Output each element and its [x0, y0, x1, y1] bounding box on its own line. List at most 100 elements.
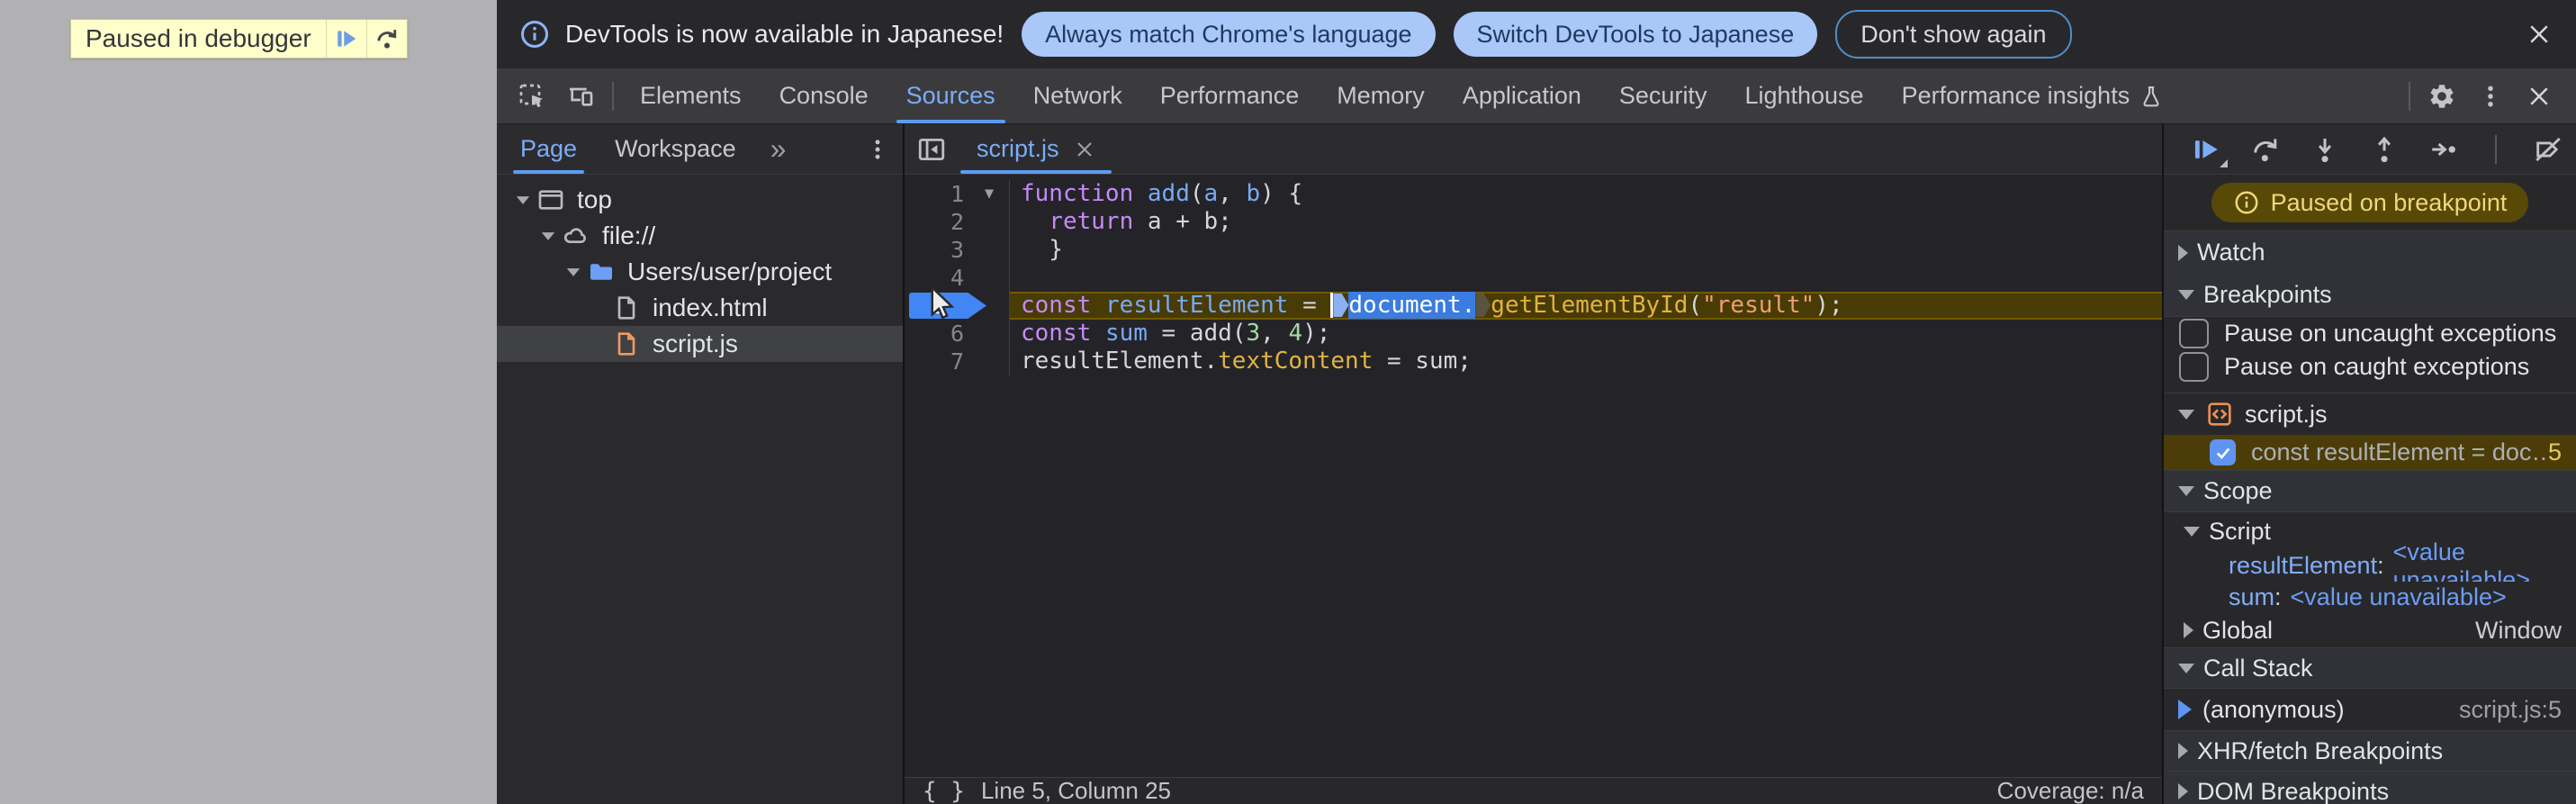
step-into-button[interactable]	[2310, 134, 2340, 165]
paused-in-debugger-banner: Paused in debugger	[70, 19, 408, 59]
code-line-1[interactable]: 1 ▼ function add(a, b) {	[905, 180, 2162, 208]
section-xhr-breakpoints[interactable]: XHR/fetch Breakpoints	[2164, 730, 2576, 771]
tab-workspace[interactable]: Workspace	[611, 124, 740, 174]
code-text[interactable]: function add(a, b) {	[1010, 180, 2162, 208]
devtools-close-icon[interactable]	[2515, 68, 2563, 123]
tab-sources[interactable]: Sources	[887, 68, 1014, 123]
editor-tab-close-icon[interactable]	[1074, 139, 1095, 160]
navigator-kebab-icon[interactable]	[865, 137, 890, 162]
tab-lighthouse[interactable]: Lighthouse	[1725, 68, 1882, 123]
resume-script-button[interactable]	[325, 20, 366, 58]
gear-icon[interactable]	[2418, 68, 2466, 123]
step-out-button[interactable]	[2369, 134, 2400, 165]
tab-performance-insights[interactable]: Performance insights	[1883, 68, 2184, 123]
resume-button[interactable]	[2191, 134, 2228, 167]
breakpoint-file-group[interactable]: script.js	[2164, 393, 2576, 435]
pause-uncaught-checkbox[interactable]	[2179, 319, 2209, 348]
step-over-icon	[374, 26, 400, 51]
section-breakpoints[interactable]: Breakpoints	[2164, 274, 2576, 317]
tab-elements[interactable]: Elements	[621, 68, 761, 123]
deactivate-breakpoints-icon[interactable]	[2533, 134, 2563, 165]
device-toolbar-icon[interactable]	[556, 68, 605, 123]
pause-caught-checkbox[interactable]	[2179, 352, 2209, 382]
chevron-down-icon	[2178, 290, 2194, 300]
scope-variable-row[interactable]: sum: <value unavailable>	[2164, 582, 2576, 613]
continue-to-location-marker[interactable]	[1333, 294, 1349, 317]
scope-global-row[interactable]: Global Window	[2164, 613, 2576, 647]
code-text[interactable]: resultElement.textContent = sum;	[1010, 348, 2162, 375]
kebab-menu-icon[interactable]	[2466, 68, 2515, 123]
call-stack-frame-row[interactable]: (anonymous) script.js:5	[2164, 689, 2576, 730]
tree-item-top[interactable]: top	[497, 182, 903, 218]
tree-item-users-user-project[interactable]: Users/user/project	[497, 254, 903, 290]
section-scope[interactable]: Scope	[2164, 470, 2576, 512]
toggle-navigator-icon[interactable]	[905, 124, 959, 174]
more-tabs-chevron-icon[interactable]: »	[770, 132, 788, 166]
call-stack-label: Call Stack	[2203, 654, 2313, 682]
code-line-2[interactable]: 2 return a + b;	[905, 208, 2162, 236]
code-line-5[interactable]: 5const resultElement = document.getEleme…	[905, 292, 2162, 320]
tab-label: Network	[1032, 82, 1122, 109]
step-over-button[interactable]	[2250, 134, 2281, 165]
tree-item-script-js[interactable]: script.js	[497, 326, 903, 362]
code-token: );	[1302, 320, 1331, 347]
gutter[interactable]: 2	[905, 208, 1010, 236]
tab-application[interactable]: Application	[1444, 68, 1600, 123]
variable-name: resultElement	[2229, 552, 2378, 579]
code-line-3[interactable]: 3 }	[905, 236, 2162, 264]
step-over-script-button[interactable]	[365, 20, 407, 58]
code-text[interactable]	[1010, 264, 2162, 292]
tree-item-index-html[interactable]: index.html	[497, 290, 903, 326]
code-line-6[interactable]: 6 const sum = add(3, 4);	[905, 320, 2162, 348]
code-text[interactable]: }	[1010, 236, 2162, 264]
editor-tab-scriptjs[interactable]: script.js	[959, 124, 1113, 174]
browser-page-area: Paused in debugger	[0, 0, 497, 804]
line-number: 3	[950, 237, 964, 263]
gutter[interactable]: 3	[905, 236, 1010, 264]
code-token: const	[1021, 292, 1092, 319]
code-area[interactable]: 1 ▼ function add(a, b) {2 return a + b; 3 }…	[905, 175, 2162, 375]
chevron-down-icon[interactable]	[535, 231, 562, 241]
pretty-print-icon[interactable]: { }	[923, 778, 965, 804]
code-token: ,	[1218, 180, 1247, 207]
code-token: sum	[1104, 320, 1148, 347]
dont-show-again-button[interactable]: Don't show again	[1835, 10, 2072, 59]
fold-arrow-icon[interactable]: ▼	[969, 180, 1009, 208]
breakpoint-entry-row[interactable]: const resultElement = doc… 5	[2164, 435, 2576, 470]
scope-variable-row[interactable]: resultElement: <value unavailable>	[2164, 538, 2576, 593]
tree-item-file-[interactable]: file://	[497, 218, 903, 254]
code-text[interactable]: const resultElement = document. getElemen…	[1010, 292, 2162, 320]
code-line-7[interactable]: 7 resultElement.textContent = sum;	[905, 348, 2162, 375]
tab-label: Performance insights	[1901, 82, 2130, 109]
code-token: return	[1049, 208, 1134, 235]
tab-network[interactable]: Network	[1014, 68, 1141, 123]
js-file-icon	[2205, 400, 2234, 429]
breakpoint-entry-line: 5	[2547, 438, 2562, 465]
gutter[interactable]: 1 ▼	[905, 180, 1010, 208]
chevron-down-icon[interactable]	[560, 267, 587, 277]
cursor-position-label: Line 5, Column 25	[980, 777, 1171, 804]
always-match-language-button[interactable]: Always match Chrome's language	[1022, 12, 1436, 57]
tab-performance[interactable]: Performance	[1141, 68, 1319, 123]
tab-page[interactable]: Page	[512, 124, 585, 174]
continue-to-location-marker[interactable]	[1475, 294, 1491, 317]
tab-security[interactable]: Security	[1600, 68, 1726, 123]
code-text[interactable]: const sum = add(3, 4);	[1010, 320, 2162, 348]
chevron-down-icon[interactable]	[509, 195, 536, 205]
step-button[interactable]	[2428, 134, 2459, 165]
infobar-close-icon[interactable]	[2526, 21, 2553, 48]
tab-memory[interactable]: Memory	[1318, 68, 1444, 123]
code-text[interactable]: return a + b;	[1010, 208, 2162, 236]
inspect-element-icon[interactable]	[508, 68, 556, 123]
gutter[interactable]: 7	[905, 348, 1010, 375]
breakpoint-entry-checkbox[interactable]	[2210, 439, 2236, 465]
tab-console[interactable]: Console	[761, 68, 887, 123]
section-dom-breakpoints[interactable]: DOM Breakpoints	[2164, 771, 2576, 804]
switch-devtools-japanese-button[interactable]: Switch DevTools to Japanese	[1453, 12, 1818, 57]
section-watch[interactable]: Watch	[2164, 231, 2576, 274]
gutter[interactable]: 6	[905, 320, 1010, 348]
section-call-stack[interactable]: Call Stack	[2164, 647, 2576, 689]
code-line-4[interactable]: 4	[905, 264, 2162, 292]
tab-label: Security	[1618, 82, 1707, 109]
